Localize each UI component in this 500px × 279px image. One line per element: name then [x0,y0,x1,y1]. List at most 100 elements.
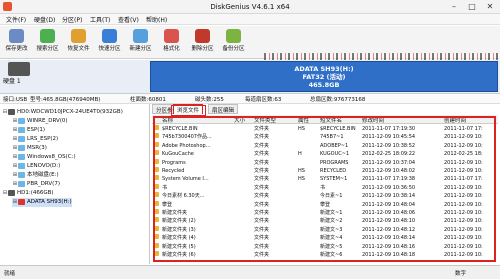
recover-files-button[interactable]: 恢复文件 [65,28,92,58]
interface-info: 接口:USB [3,97,28,103]
table-row[interactable]: Adobe Photoshop... 文件夹 ADOBEP~1 2011-12-09 … [152,141,498,150]
table-row[interactable]: 书 文件夹 书 2011-12-09 10:36:50 2011-12-09 10: [152,183,498,192]
tree-node-partition[interactable]: ⊞ WINRE_DRV(0) [12,117,68,126]
cell-short: ADOBEP~1 [320,142,349,149]
folder-icon [153,192,159,198]
menu-help[interactable]: 帮助(H) [146,15,167,24]
cell-short: 书 [320,184,326,191]
minimize-button[interactable]: – [446,0,462,14]
table-row[interactable]: 新建文件夹 (5) 文件夹 新建文~5 2011-12-09 10:48:16 2011… [152,242,498,251]
partition-size: 465.8GB [308,81,340,89]
cell-type: 文件夹 [254,142,270,149]
cell-ctime: 2011-11-07 17: [444,126,483,132]
cell-mtime: 2012-02-25 18:09:22 [362,151,416,158]
table-row[interactable]: System Volume I... 文件夹 HS SYSTEM~1 2011-11-0… [152,175,498,183]
table-row[interactable]: 新建文件夹 (6) 文件夹 新建文~6 2011-12-09 10:48:18 2011… [152,251,498,259]
folder-icon [153,217,159,223]
cell-type: 文件夹 [254,235,270,242]
tree-node-selected-partition[interactable]: ⊞ ADATA SH93(H:) [12,198,72,207]
menu-tools[interactable]: 工具(T) [90,15,110,24]
close-button[interactable]: ✕ [482,0,498,14]
table-row[interactable]: Programs 文件夹 PROGRAMS 2011-12-09 10:37:04 20… [152,158,498,167]
delete-partition-button[interactable]: 删除分区 [189,28,216,58]
table-row[interactable]: 新建文件夹 (4) 文件夹 新建文~4 2011-12-09 10:48:14 2011… [152,234,498,242]
table-row[interactable]: 新建文件夹 (2) 文件夹 新建文~2 2011-12-09 10:48:10 2011… [152,217,498,225]
cell-mtime: 2011-11-07 17:19:38 [362,176,416,183]
new-partition-icon [133,29,148,43]
save-button[interactable]: 保存更改 [3,28,30,58]
col-size[interactable]: 大小 [234,116,245,124]
partition-icon [18,144,25,151]
tree-node-partition[interactable]: ⊞ 本地磁盘(E:) [12,171,59,180]
col-modified[interactable]: 修改时间 [362,116,384,124]
backup-partition-button[interactable]: 备份分区 [220,28,247,58]
col-attr[interactable]: 属性 [298,116,309,124]
tab-browse-files[interactable]: 浏览文件 [173,104,204,114]
cell-mtime: 2011-12-09 10:48:06 [362,210,416,216]
partition-block[interactable]: ADATA SH93(H:) FAT32 (活动) 465.8GB [150,61,498,92]
table-row[interactable]: 新建文件夹 文件夹 新建文~1 2011-12-09 10:48:06 2011-12-… [152,209,498,217]
table-row[interactable]: $RECYCLE.BIN 文件夹 HS $RECYCLE.BIN 2011-11-07 … [152,125,498,133]
cell-mtime: 2011-12-09 10:48:02 [362,168,416,174]
partition-icon [18,117,25,124]
tree-node-partition[interactable]: ⊞ MSR(3) [12,144,47,153]
disk-label: 硬盘 1 [3,78,21,85]
sectors-per-track-info: 每道扇区数:63 [245,97,282,103]
maximize-button[interactable]: □ [464,0,480,14]
col-created[interactable]: 创建时间 [444,116,466,124]
cell-mtime: 2011-12-09 10:48:14 [362,235,416,242]
menu-file[interactable]: 文件(F) [6,15,26,24]
tree-node-partition[interactable]: ⊞ Windows8_OS(C:) [12,153,76,162]
file-table-header: 名称 大小 文件类型 属性 短文件名 修改时间 创建时间 [152,115,498,124]
cell-name: 新建文件夹 (6) [162,252,196,258]
menu-view[interactable]: 查看(V) [118,15,139,24]
tree-node-partition[interactable]: ⊞ LENOVO(D:) [12,162,60,171]
cell-type: 文件夹 [254,243,270,250]
toolbar: 保存更改 搜索分区 恢复文件 快速分区 新建分区 格式化 删除分区 备份分区 [0,26,500,84]
cell-name: KuGouCache [162,151,194,158]
heads-info: 磁头数:255 [195,97,224,103]
quick-partition-button[interactable]: 快速分区 [96,28,123,58]
table-row[interactable]: Recycled 文件夹 HS RECYCLED 2011-12-09 10:48:02… [152,167,498,175]
table-row[interactable]: 745b7300407作品... 文件夹 745B7~1 2011-12-09 10:… [152,133,498,141]
cell-name: 745b7300407作品... [162,134,212,141]
table-row[interactable]: KuGouCache 文件夹 H KUGOUC~1 2012-02-25 18:09:2… [152,150,498,158]
tree-node-partition[interactable]: ⊞ ESP(1) [12,126,45,135]
cell-mtime: 2011-11-07 17:19:30 [362,126,416,132]
new-partition-button[interactable]: 新建分区 [127,28,154,58]
cell-type: 文件夹 [254,134,270,141]
tree-node-partition[interactable]: ⊞ PBR_DRV(7) [12,180,60,189]
menu-partition[interactable]: 分区(P) [62,15,82,24]
col-name[interactable]: 名称 [162,116,173,124]
table-row[interactable]: 攀登 文件夹 攀登 2011-12-09 10:48:04 2011-12-09 10: [152,200,498,209]
col-short-name[interactable]: 短文件名 [320,116,342,124]
numlock-indicator: 数字 [455,271,467,277]
partition-icon [18,126,25,133]
cell-mtime: 2011-12-09 10:45:54 [362,134,416,141]
tree-node-partition[interactable]: ⊞ LRS_ESP(2) [12,135,58,144]
col-type[interactable]: 文件类型 [254,116,276,124]
tab-sector-edit[interactable]: 扇区编辑 [208,104,239,114]
cell-name: Programs [162,159,186,166]
cell-ctime: 2011-12-09 10: [444,243,483,250]
search-partition-button[interactable]: 搜索分区 [34,28,61,58]
cell-type: 文件夹 [254,252,270,258]
partition-icon [18,180,25,187]
status-text: 就绪 [4,271,16,277]
cell-name: Recycled [162,168,185,174]
folder-icon [153,251,159,256]
search-partition-icon [40,29,55,43]
cell-short: 745B7~1 [320,134,344,141]
cell-name: 新建文件夹 (4) [162,235,196,242]
cell-ctime: 2011-12-09 10: [444,226,483,233]
table-row[interactable]: 新建文件夹 (3) 文件夹 新建文~3 2011-12-09 10:48:12 2011… [152,225,498,234]
tree-node-hd1[interactable]: ⊟ HD1:(466GB) [2,189,54,198]
cell-short: 新建文~5 [320,243,343,250]
file-browser-pane: 分区参数 浏览文件 扇区编辑 名称 大小 文件类型 属性 短文件名 修改时间 创… [150,104,500,264]
table-row[interactable]: 今日素材 6.30天... 文件夹 今日素~1 2011-12-09 10:38:14… [152,192,498,200]
menu-disk[interactable]: 硬盘(D) [34,15,55,24]
cell-name: $RECYCLE.BIN [162,126,198,132]
recover-files-icon [71,29,86,43]
format-button[interactable]: 格式化 [158,28,185,58]
tree-node-hd0[interactable]: ⊟ HD0:WDCWD10JPCX-24UE4T0(932GB) [2,108,123,117]
